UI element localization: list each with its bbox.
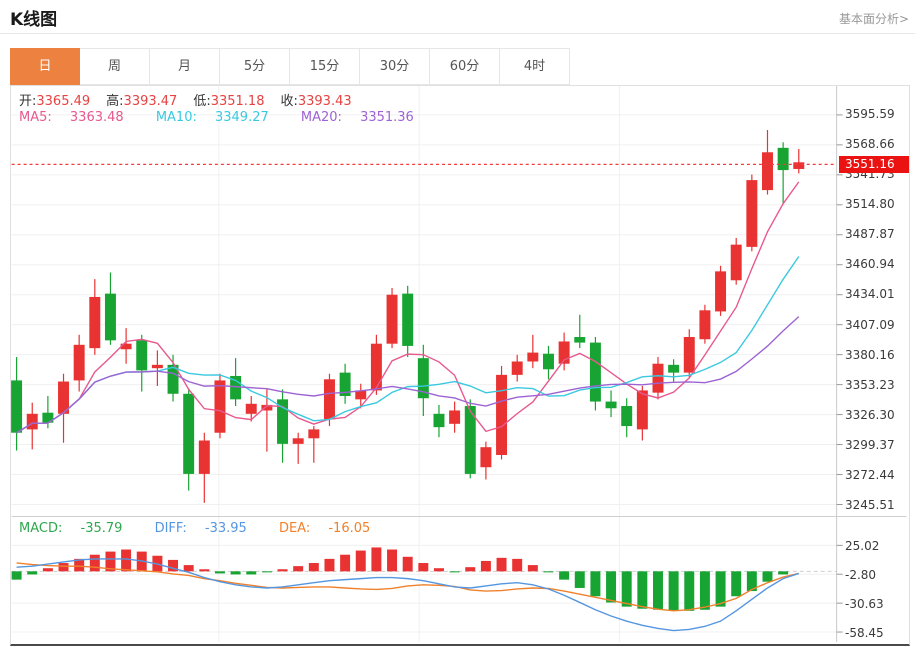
price-tick-label: 3434.01 xyxy=(845,287,907,301)
kline-chart-canvas[interactable] xyxy=(11,86,907,642)
low-value: 3351.18 xyxy=(211,94,265,109)
diff-value: -33.95 xyxy=(205,521,247,536)
open-value: 3365.49 xyxy=(36,94,90,109)
header-divider xyxy=(0,33,915,34)
ma10-label: MA10: xyxy=(156,110,197,125)
price-tick-label: 3299.37 xyxy=(845,438,907,452)
price-tick-label: 3460.94 xyxy=(845,257,907,271)
price-tick-label: 3514.80 xyxy=(845,197,907,211)
ma-readout: MA5: 3363.48 MA10: 3349.27 MA20: 3351.36 xyxy=(19,110,442,125)
low-label: 低: xyxy=(193,94,210,109)
ohlc-readout: 开:3365.49 高:3393.47 低:3351.18 收:3393.43 xyxy=(19,90,368,109)
page-title: K线图 xyxy=(10,5,57,30)
macd-readout: MACD: -35.79 DIFF: -33.95 DEA: -16.05 xyxy=(19,521,398,536)
diff-label: DIFF: xyxy=(155,521,187,536)
macd-tick-label: 25.02 xyxy=(845,539,907,553)
macd-tick-label: -58.45 xyxy=(845,626,907,640)
ma5-value: 3363.48 xyxy=(70,110,124,125)
tab-60min[interactable]: 60分 xyxy=(430,48,500,85)
close-value: 3393.43 xyxy=(298,94,352,109)
chart-container: 开:3365.49 高:3393.47 低:3351.18 收:3393.43 MA5… xyxy=(10,85,910,646)
price-tick-label: 3407.09 xyxy=(845,318,907,332)
price-tick-label: 3326.30 xyxy=(845,408,907,422)
fundamental-analysis-link[interactable]: 基本面分析> xyxy=(839,10,909,27)
tab-4hour[interactable]: 4时 xyxy=(500,48,570,85)
period-tabbar: 日周月5分15分30分60分4时 xyxy=(10,48,570,85)
tab-15min[interactable]: 15分 xyxy=(290,48,360,85)
price-tick-label: 3245.51 xyxy=(845,498,907,512)
ma20-label: MA20: xyxy=(301,110,342,125)
macd-tick-label: -30.63 xyxy=(845,597,907,611)
tab-30min[interactable]: 30分 xyxy=(360,48,430,85)
ma20-value: 3351.36 xyxy=(360,110,414,125)
macd-value: -35.79 xyxy=(81,521,123,536)
current-price-badge: 3551.16 xyxy=(839,156,909,173)
price-tick-label: 3353.23 xyxy=(845,378,907,392)
tab-5min[interactable]: 5分 xyxy=(220,48,290,85)
high-label: 高: xyxy=(106,94,123,109)
macd-tick-label: -2.80 xyxy=(845,568,907,582)
ma5-label: MA5: xyxy=(19,110,52,125)
kline-page: K线图 基本面分析> 日周月5分15分30分60分4时 开:3365.49高:3… xyxy=(0,0,915,647)
tab-month[interactable]: 月 xyxy=(150,48,220,85)
tab-day[interactable]: 日 xyxy=(10,48,80,85)
open-label: 开: xyxy=(19,94,36,109)
close-label: 收: xyxy=(280,94,297,109)
dea-value: -16.05 xyxy=(328,521,370,536)
price-tick-label: 3487.87 xyxy=(845,227,907,241)
high-value: 3393.47 xyxy=(124,94,178,109)
price-tick-label: 3595.59 xyxy=(845,107,907,121)
ma10-value: 3349.27 xyxy=(215,110,269,125)
price-tick-label: 3272.44 xyxy=(845,468,907,482)
macd-label: MACD: xyxy=(19,521,62,536)
tab-week[interactable]: 周 xyxy=(80,48,150,85)
price-tick-label: 3380.16 xyxy=(845,348,907,362)
price-tick-label: 3568.66 xyxy=(845,137,907,151)
dea-label: DEA: xyxy=(279,521,310,536)
